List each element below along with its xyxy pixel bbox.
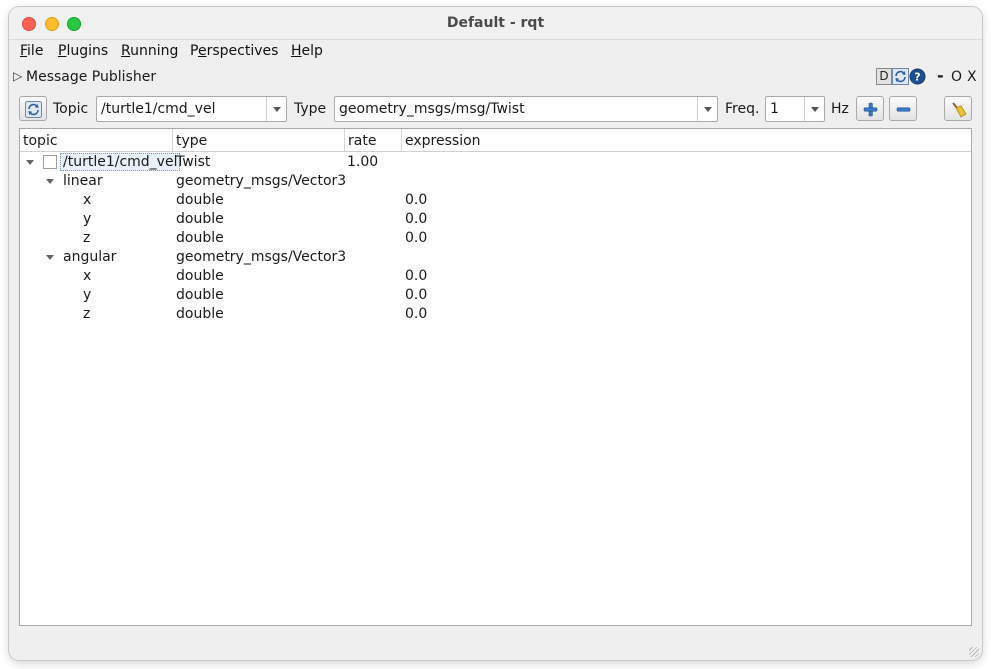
chevron-down-icon[interactable]: [266, 97, 286, 121]
tree-row[interactable]: x double 0.0: [20, 267, 971, 286]
topic-label: Topic: [53, 101, 89, 117]
plugin-title: Message Publisher: [26, 69, 157, 85]
tree-row[interactable]: z double 0.0: [20, 305, 971, 324]
menu-running[interactable]: Running: [121, 43, 178, 59]
topic-cell: z: [83, 230, 91, 246]
rqt-window: Default - rqt File Plugins Running Persp…: [9, 7, 982, 660]
type-label: Type: [294, 101, 327, 117]
remove-publisher-button[interactable]: [889, 96, 917, 121]
help-icon[interactable]: ?: [909, 68, 926, 85]
type-cell: Twist: [176, 154, 211, 170]
column-header-expression[interactable]: expression: [402, 129, 972, 151]
add-publisher-button[interactable]: [856, 96, 884, 121]
dock-close-button[interactable]: X: [967, 69, 977, 85]
expression-cell[interactable]: 0.0: [405, 287, 427, 303]
column-header-rate[interactable]: rate: [345, 129, 402, 151]
menu-help[interactable]: Help: [291, 43, 323, 59]
publisher-toolbar: Topic /turtle1/cmd_vel Type geometry_msg…: [9, 95, 982, 123]
menu-plugins[interactable]: Plugins: [58, 43, 108, 59]
clear-publishers-button[interactable]: [944, 96, 972, 121]
collapse-arrow-icon[interactable]: ▷: [13, 69, 22, 83]
topic-cell[interactable]: /turtle1/cmd_vel: [60, 153, 181, 171]
menu-file[interactable]: File: [20, 43, 43, 59]
menu-bar: File Plugins Running Perspectives Help: [9, 41, 982, 63]
hz-label: Hz: [831, 101, 849, 117]
freq-value: 1: [770, 101, 779, 117]
column-header-topic[interactable]: topic: [20, 129, 173, 151]
expand-arrow-icon[interactable]: [46, 179, 54, 184]
topic-cell: y: [83, 211, 92, 227]
refresh-topics-button[interactable]: [19, 96, 47, 121]
chevron-down-icon[interactable]: [804, 97, 824, 121]
enable-checkbox[interactable]: [43, 155, 57, 169]
type-combobox[interactable]: geometry_msgs/msg/Twist: [334, 96, 718, 122]
tree-row[interactable]: linear geometry_msgs/Vector3: [20, 172, 971, 191]
expand-arrow-icon[interactable]: [26, 160, 34, 165]
type-cell: double: [176, 192, 224, 208]
column-header-type[interactable]: type: [173, 129, 345, 151]
reload-icon[interactable]: [892, 68, 909, 85]
type-cell: double: [176, 306, 224, 322]
tree-row[interactable]: x double 0.0: [20, 191, 971, 210]
tree-header: topic type rate expression: [20, 129, 971, 152]
svg-text:?: ?: [914, 71, 920, 84]
resize-grip[interactable]: [969, 647, 979, 657]
topic-cell: z: [83, 306, 91, 322]
window-title: Default - rqt: [446, 15, 545, 31]
expression-cell[interactable]: 0.0: [405, 230, 427, 246]
tree-row[interactable]: y double 0.0: [20, 286, 971, 305]
type-cell: double: [176, 230, 224, 246]
expression-cell[interactable]: 0.0: [405, 211, 427, 227]
menu-perspectives[interactable]: Perspectives: [190, 43, 278, 59]
expression-cell[interactable]: 0.0: [405, 268, 427, 284]
dock-minimize-button[interactable]: -: [937, 66, 944, 85]
type-cell: geometry_msgs/Vector3: [176, 249, 347, 265]
topic-cell: y: [83, 287, 92, 303]
dock-options-button[interactable]: O: [951, 69, 962, 85]
rate-cell[interactable]: 1.00: [347, 154, 378, 170]
topic-cell: x: [83, 192, 92, 208]
type-cell: double: [176, 287, 224, 303]
type-cell: double: [176, 268, 224, 284]
topic-cell: angular: [63, 249, 117, 265]
topic-value: /turtle1/cmd_vel: [101, 101, 216, 117]
freq-label: Freq.: [725, 101, 760, 117]
freq-combobox[interactable]: 1: [765, 96, 825, 122]
plugin-title-bar: ▷ Message Publisher D ? - O X: [9, 66, 982, 89]
tree-row[interactable]: /turtle1/cmd_vel Twist 1.00: [20, 153, 971, 172]
topic-combobox[interactable]: /turtle1/cmd_vel: [96, 96, 287, 122]
topic-cell: linear: [63, 173, 103, 189]
title-bar[interactable]: Default - rqt: [9, 7, 982, 40]
chevron-down-icon[interactable]: [697, 97, 717, 121]
type-value: geometry_msgs/msg/Twist: [339, 101, 525, 117]
dock-d-button[interactable]: D: [876, 68, 892, 85]
type-cell: double: [176, 211, 224, 227]
tree-row[interactable]: y double 0.0: [20, 210, 971, 229]
expression-cell[interactable]: 0.0: [405, 306, 427, 322]
type-cell: geometry_msgs/Vector3: [176, 173, 347, 189]
expand-arrow-icon[interactable]: [46, 255, 54, 260]
expression-cell[interactable]: 0.0: [405, 192, 427, 208]
tree-row[interactable]: angular geometry_msgs/Vector3: [20, 248, 971, 267]
topic-cell: x: [83, 268, 92, 284]
tree-row[interactable]: z double 0.0: [20, 229, 971, 248]
publisher-tree[interactable]: topic type rate expression /turtle1/cmd_…: [19, 128, 972, 626]
